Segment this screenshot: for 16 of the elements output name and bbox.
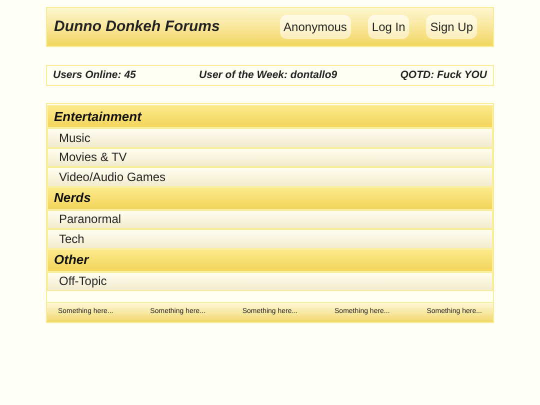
- forum-row[interactable]: Tech: [47, 229, 493, 248]
- header-button[interactable]: Log In: [368, 15, 410, 39]
- header-button[interactable]: Sign Up: [426, 15, 477, 39]
- category-header: Other: [47, 248, 493, 272]
- stat-text: QOTD: Fuck YOU: [400, 68, 487, 83]
- forum-row[interactable]: Paranormal: [47, 210, 493, 229]
- header-button[interactable]: Anonymous: [280, 15, 351, 39]
- forum-row[interactable]: Video/Audio Games: [47, 167, 493, 186]
- category-header: Entertainment: [47, 105, 493, 128]
- category-header: Nerds: [47, 186, 493, 210]
- forum-row[interactable]: Off-Topic: [47, 272, 493, 291]
- forum-row[interactable]: Movies & TV: [47, 148, 493, 167]
- stat-text: Users Online: 45: [53, 68, 136, 83]
- site-title: Dunno Donkeh Forums: [54, 16, 220, 37]
- forum-row[interactable]: Music: [47, 128, 493, 148]
- stat-text: User of the Week: dontallo9: [199, 68, 338, 83]
